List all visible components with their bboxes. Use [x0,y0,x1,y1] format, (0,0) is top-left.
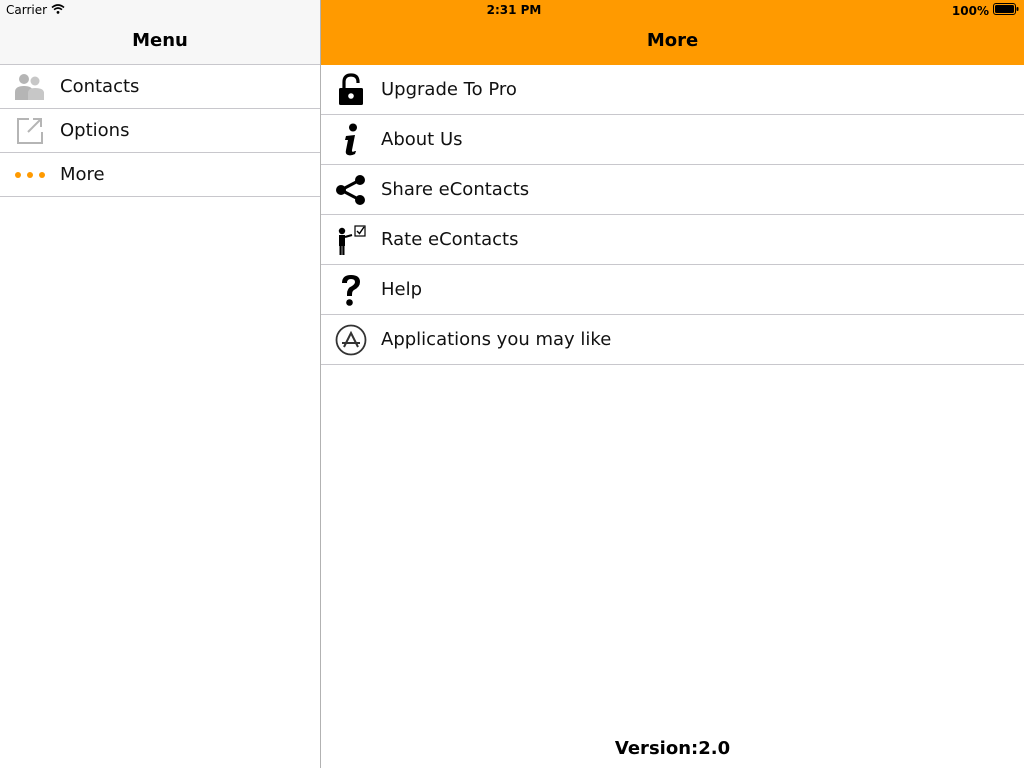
list-item-share-econtacts[interactable]: Share eContacts [321,165,1024,215]
menu-list: Contacts Options More [0,65,320,197]
detail-title: More [646,30,699,51]
menu-item-label: Options [60,120,130,141]
more-dots-icon [14,160,46,190]
menu-pane: Carrier Menu Contacts Options More [0,0,320,768]
app-store-icon [335,323,367,357]
more-options-list: Upgrade To Pro About Us Share eContacts … [321,65,1024,365]
list-item-label: Applications you may like [381,329,612,350]
menu-item-more[interactable]: More [0,153,320,197]
info-icon [335,123,367,157]
rate-icon [335,223,367,257]
unlock-icon [335,72,367,107]
list-item-label: Help [381,279,423,300]
menu-item-options[interactable]: Options [0,109,320,153]
list-item-about-us[interactable]: About Us [321,115,1024,165]
menu-item-label: More [60,164,105,185]
carrier-label: Carrier [6,3,48,17]
menu-header: Carrier Menu [0,0,320,65]
menu-title: Menu [132,30,188,51]
menu-item-contacts[interactable]: Contacts [0,65,320,109]
detail-header: 2:31 PM 100% More [321,0,1024,65]
list-item-help[interactable]: Help [321,265,1024,315]
list-item-label: Share eContacts [381,179,530,200]
list-item-upgrade-to-pro[interactable]: Upgrade To Pro [321,65,1024,115]
version-label: Version:2.0 [614,738,731,759]
menu-item-label: Contacts [60,76,140,97]
list-item-label: Upgrade To Pro [381,79,517,100]
battery-icon [993,3,1019,18]
status-bar-left: Carrier [6,3,65,17]
detail-pane: 2:31 PM 100% More Upgrade To Pro About U… [321,0,1024,768]
battery-percent: 100% [951,3,989,18]
contacts-icon [14,72,46,102]
options-icon [14,116,46,146]
status-time: 2:31 PM [486,3,542,17]
wifi-icon [51,3,65,17]
question-icon [335,273,367,307]
share-icon [335,173,367,207]
list-item-applications-you-may-like[interactable]: Applications you may like [321,315,1024,365]
status-bar-right: 100% [952,3,1019,18]
list-item-label: About Us [381,129,463,150]
list-item-rate-econtacts[interactable]: Rate eContacts [321,215,1024,265]
list-item-label: Rate eContacts [381,229,519,250]
